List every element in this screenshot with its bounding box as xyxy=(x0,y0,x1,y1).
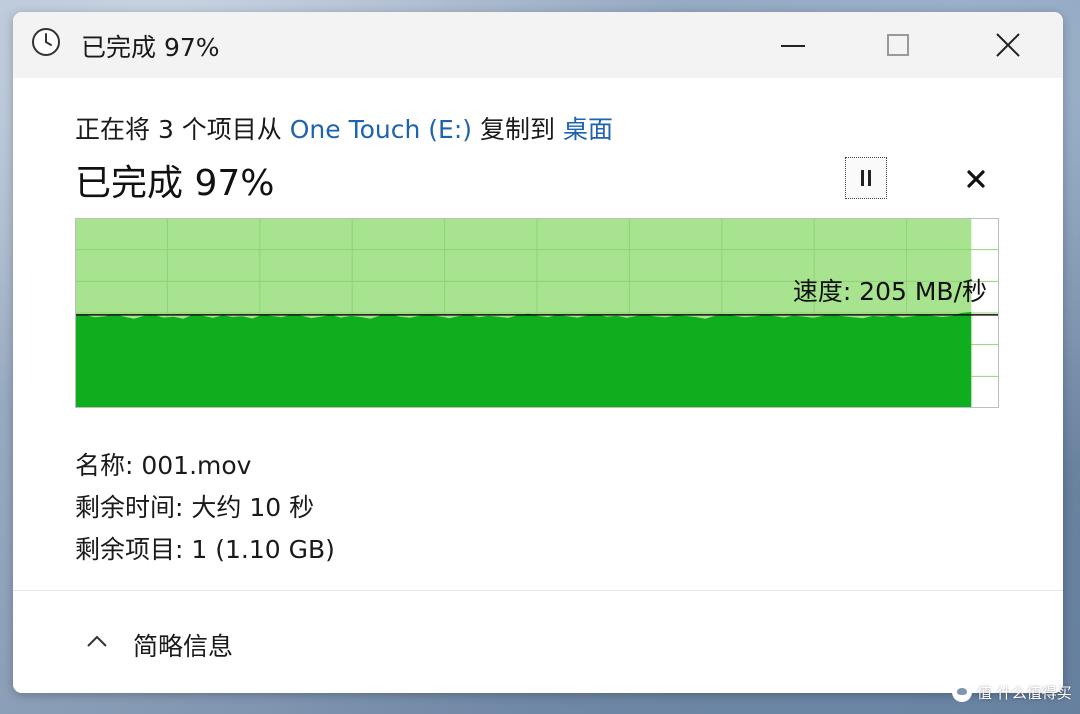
cancel-button[interactable] xyxy=(961,164,991,194)
copy-description: 正在将 3 个项目从 One Touch (E:) 复制到 桌面 xyxy=(75,110,613,146)
minimize-button[interactable] xyxy=(743,12,843,78)
speed-chart-svg xyxy=(75,218,999,408)
destination-link[interactable]: 桌面 xyxy=(563,115,613,144)
fewer-details-toggle[interactable]: 简略信息 xyxy=(133,627,233,663)
progress-percent: 已完成 97% xyxy=(75,163,275,204)
title-bar[interactable]: 已完成 97% xyxy=(13,12,1063,78)
close-button[interactable] xyxy=(958,12,1058,78)
dialog-content: 正在将 3 个项目从 One Touch (E:) 复制到 桌面 已完成 97%… xyxy=(13,78,1063,590)
file-name: 名称: 001.mov xyxy=(75,451,252,480)
copy-middle: 复制到 xyxy=(472,115,563,144)
time-remaining: 剩余时间: 大约 10 秒 xyxy=(75,493,315,522)
clock-icon xyxy=(32,28,60,56)
file-copy-dialog: 已完成 97% 正在将 3 个项目从 One Touch (E:) 复制到 桌面… xyxy=(13,12,1063,693)
watermark: 值 什么值得买 xyxy=(952,680,1072,704)
items-remaining: 剩余项目: 1 (1.10 GB) xyxy=(75,535,335,564)
window-title: 已完成 97% xyxy=(81,33,220,62)
pause-icon xyxy=(861,170,864,186)
pause-icon-bar xyxy=(868,170,871,186)
maximize-button[interactable] xyxy=(848,12,948,78)
dialog-footer: 简略信息 xyxy=(13,590,1063,693)
speed-chart: 速度: 205 MB/秒 xyxy=(75,218,999,408)
source-link[interactable]: One Touch (E:) xyxy=(290,115,472,144)
chevron-up-icon[interactable] xyxy=(85,631,109,651)
copy-prefix: 正在将 3 个项目从 xyxy=(75,115,290,144)
watermark-logo-icon xyxy=(952,682,972,702)
maximize-icon xyxy=(887,34,909,56)
close-icon xyxy=(996,33,1020,57)
speed-area xyxy=(75,311,972,408)
minimize-icon xyxy=(781,45,805,47)
cancel-x-icon xyxy=(967,170,985,188)
pause-button[interactable] xyxy=(845,157,887,199)
watermark-text: 值 什么值得买 xyxy=(977,683,1072,702)
speed-label: 速度: 205 MB/秒 xyxy=(792,277,987,306)
